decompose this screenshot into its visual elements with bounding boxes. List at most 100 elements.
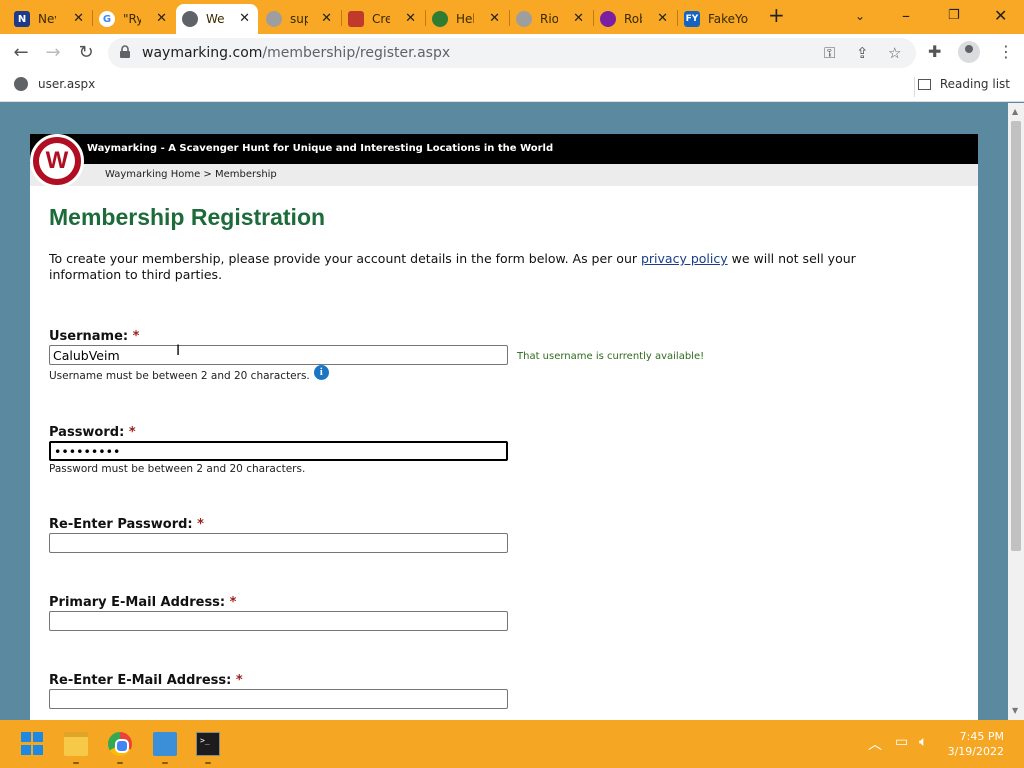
volume-icon[interactable]: 🔈︎	[919, 734, 927, 750]
info-icon[interactable]: i	[313, 364, 329, 380]
primary-email-input[interactable]	[49, 611, 508, 631]
intro-text: To create your membership, please provid…	[49, 251, 909, 283]
scroll-up-icon[interactable]: ▲	[1012, 107, 1018, 116]
reenter-password-label: Re-Enter Password: *	[49, 517, 508, 532]
text-cursor-icon: I	[176, 343, 181, 359]
tab-title: sup	[290, 12, 308, 26]
google-favicon-icon: G	[99, 11, 115, 27]
waymarking-logo[interactable]: W	[30, 134, 84, 188]
profile-avatar[interactable]	[958, 41, 980, 63]
tab-title: "Ry	[123, 12, 141, 26]
password-input[interactable]	[49, 441, 508, 461]
close-window-icon[interactable]: ✕	[994, 6, 1007, 25]
username-hint-row: Username must be between 2 and 20 charac…	[49, 364, 508, 382]
tab-rio[interactable]: Rio ✕	[510, 4, 592, 34]
chevron-up-icon[interactable]: ︿	[868, 734, 882, 754]
required-mark: *	[197, 517, 204, 532]
windows-start-icon[interactable]	[21, 732, 45, 756]
reenter-password-field-group: Re-Enter Password: *	[49, 517, 508, 553]
tab-strip: N Nev ✕ G "Ry ✕ We ✕ sup ✕ Cre ✕ Hel ✕ R…	[0, 0, 1024, 34]
forward-icon[interactable]: →	[42, 42, 64, 63]
url-text[interactable]: waymarking.com/membership/register.aspx	[142, 45, 450, 61]
breadcrumb[interactable]: Waymarking Home > Membership	[105, 169, 277, 180]
menu-kebab-icon[interactable]: ⋮	[998, 42, 1014, 61]
command-prompt-icon[interactable]	[196, 732, 220, 756]
tab-title: Cre	[372, 12, 390, 26]
address-bar[interactable]: waymarking.com/membership/register.aspx …	[108, 38, 916, 68]
required-mark: *	[229, 595, 237, 610]
close-tab-icon[interactable]: ✕	[657, 11, 668, 26]
bookmark-user-aspx[interactable]: user.aspx	[14, 77, 95, 91]
page-title: Membership Registration	[49, 204, 326, 230]
site-header: Waymarking - A Scavenger Hunt for Unique…	[30, 134, 978, 164]
clock-time: 7:45 PM	[959, 730, 1004, 743]
primary-email-field-group: Primary E-Mail Address: *	[49, 595, 508, 631]
file-explorer-icon[interactable]	[64, 732, 88, 756]
close-tab-icon[interactable]: ✕	[239, 11, 250, 26]
password-hint: Password must be between 2 and 20 charac…	[49, 463, 306, 475]
tab-help[interactable]: Hel ✕	[426, 4, 508, 34]
tab-title: FakeYou	[708, 12, 748, 26]
cube-favicon-icon	[348, 11, 364, 27]
username-label: Username: *	[49, 329, 508, 344]
notepad-icon[interactable]	[153, 732, 177, 756]
password-label-text: Password:	[49, 425, 125, 440]
username-input[interactable]	[49, 345, 508, 365]
close-tab-icon[interactable]: ✕	[573, 11, 584, 26]
system-clock[interactable]: 7:45 PM 3/19/2022	[948, 729, 1004, 759]
tab-fakeyou[interactable]: FY FakeYou	[678, 4, 754, 34]
primary-email-label-text: Primary E-Mail Address:	[49, 595, 226, 610]
tab-title: Rio	[540, 12, 558, 26]
required-mark: *	[128, 425, 136, 440]
tab-google[interactable]: G "Ry ✕	[93, 4, 175, 34]
scrollbar-thumb[interactable]	[1011, 121, 1021, 551]
minimize-icon[interactable]: –	[902, 6, 910, 25]
restore-icon[interactable]: ❐	[948, 8, 960, 23]
username-hint: Username must be between 2 and 20 charac…	[49, 370, 310, 382]
network-icon[interactable]: ▭	[895, 734, 908, 750]
password-field-group: Password: * Password must be between 2 a…	[49, 425, 508, 475]
running-indicator	[162, 762, 168, 764]
close-tab-icon[interactable]: ✕	[156, 11, 167, 26]
tab-rob[interactable]: Rob ✕	[594, 4, 676, 34]
intro-before: To create your membership, please provid…	[49, 251, 641, 266]
clock-date: 3/19/2022	[947, 745, 1004, 758]
reading-list-button[interactable]: Reading list	[917, 77, 1010, 91]
required-mark: *	[235, 673, 243, 688]
logo-letter: W	[39, 143, 75, 179]
breadcrumb-bar: Waymarking Home > Membership	[30, 164, 978, 186]
running-indicator	[117, 762, 123, 764]
tab-support[interactable]: sup ✕	[260, 4, 340, 34]
close-tab-icon[interactable]: ✕	[73, 11, 84, 26]
site-container: Waymarking - A Scavenger Hunt for Unique…	[30, 134, 978, 720]
close-tab-icon[interactable]: ✕	[321, 11, 332, 26]
new-tab-icon[interactable]: +	[768, 3, 785, 27]
fakeyou-favicon-icon: FY	[684, 11, 700, 27]
scroll-down-icon[interactable]: ▼	[1012, 706, 1018, 715]
browser-toolbar: ← → ↻ waymarking.com/membership/register…	[0, 34, 1024, 72]
tab-create[interactable]: Cre ✕	[342, 4, 424, 34]
close-tab-icon[interactable]: ✕	[405, 11, 416, 26]
extensions-puzzle-icon[interactable]: ✚	[928, 42, 941, 61]
bookmarks-divider	[914, 77, 915, 97]
reload-icon[interactable]: ↻	[75, 42, 97, 63]
page-scrollbar[interactable]: ▲ ▼	[1008, 103, 1024, 720]
chrome-icon[interactable]	[108, 732, 132, 756]
tab-search-chevron-icon[interactable]: ⌄	[855, 9, 865, 23]
reenter-password-input[interactable]	[49, 533, 508, 553]
globe-icon	[14, 77, 28, 91]
tab-news[interactable]: N Nev ✕	[8, 4, 92, 34]
close-tab-icon[interactable]: ✕	[489, 11, 500, 26]
mask-favicon-icon	[600, 11, 616, 27]
privacy-policy-link[interactable]: privacy policy	[641, 251, 728, 266]
share-icon[interactable]: ⇪	[856, 44, 869, 62]
bookmark-star-icon[interactable]: ☆	[888, 44, 901, 62]
reenter-email-label: Re-Enter E-Mail Address: *	[49, 673, 508, 688]
globe-favicon-icon	[182, 11, 198, 27]
key-icon[interactable]: ⚿	[824, 44, 835, 62]
reenter-email-input[interactable]	[49, 689, 508, 709]
username-label-text: Username:	[49, 329, 129, 344]
url-host: waymarking.com	[142, 45, 263, 61]
back-icon[interactable]: ←	[10, 42, 32, 63]
tab-waymarking[interactable]: We ✕	[176, 4, 258, 34]
